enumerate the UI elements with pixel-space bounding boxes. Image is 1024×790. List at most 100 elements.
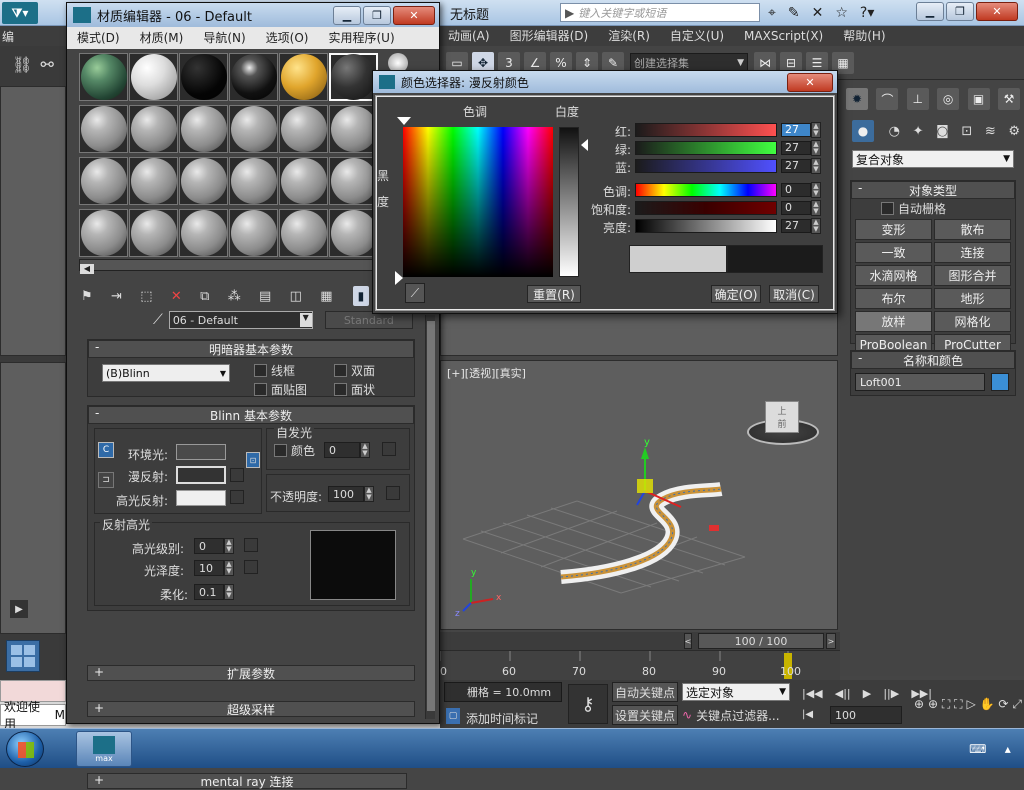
loft-button[interactable]: 放样 <box>855 311 932 332</box>
create-tab-icon[interactable]: ✹ <box>846 88 868 110</box>
red-slider[interactable] <box>635 123 777 137</box>
play-icon[interactable]: ▶ <box>863 687 871 700</box>
sample-slot[interactable] <box>79 209 128 257</box>
mat-menu-navigation[interactable]: 导航(N) <box>193 28 255 48</box>
extended-params-rollout[interactable]: + 扩展参数 <box>87 665 415 681</box>
tray-arrow-icon[interactable]: ▴ <box>1005 742 1011 756</box>
blinn-rollout-header[interactable]: - Blinn 基本参数 <box>88 406 414 424</box>
sample-slot[interactable] <box>329 105 378 153</box>
soften-spinner[interactable]: ▲ ▼ <box>224 584 234 600</box>
fov-icon[interactable]: ▷ <box>966 697 975 711</box>
menu-customize[interactable]: 自定义(U) <box>660 26 734 46</box>
search-input[interactable]: 键入关键字或短语 <box>578 5 666 21</box>
self-illum-spinner[interactable]: ▲ ▼ <box>360 442 370 458</box>
hue-value[interactable]: 0 <box>781 183 811 197</box>
eyedropper-icon[interactable]: ⟋ <box>153 312 163 328</box>
add-time-tag[interactable]: 添加时间标记 <box>466 710 538 727</box>
shapemerge-button[interactable]: 图形合并 <box>934 265 1011 286</box>
opacity-spinner[interactable]: ▲ ▼ <box>364 486 374 502</box>
sample-slot-4[interactable] <box>229 53 278 101</box>
value-spinner[interactable]: ▲ ▼ <box>811 218 821 234</box>
menu-graph-editors[interactable]: 图形编辑器(D) <box>500 26 599 46</box>
pan-icon[interactable]: ✋ <box>980 697 995 711</box>
slots-horizontal-scrollbar[interactable]: ◀ <box>79 259 375 274</box>
terrain-button[interactable]: 地形 <box>934 288 1011 309</box>
binoculars-icon[interactable]: ⌖ <box>768 5 776 21</box>
ok-button[interactable]: 确定(O) <box>711 285 761 303</box>
track-bar[interactable]: 0 60 70 80 90 100 <box>440 650 840 680</box>
blue-spinner[interactable]: ▲ ▼ <box>811 158 821 174</box>
mat-menu-utilities[interactable]: 实用程序(U) <box>318 28 404 48</box>
scrollbar-thumb[interactable] <box>427 321 435 711</box>
viewcube-top[interactable]: 上 <box>777 404 786 417</box>
show-end-result-icon[interactable]: ▮ <box>352 286 369 306</box>
menu-help[interactable]: 帮助(H) <box>833 26 895 46</box>
material-editor-scrollbar[interactable] <box>425 315 435 719</box>
viewport-layout-icon[interactable] <box>6 640 40 672</box>
shapes-icon[interactable]: ◔ <box>889 124 900 139</box>
hue-blackness-field[interactable] <box>403 127 553 277</box>
self-illum-value[interactable]: 0 <box>324 442 360 458</box>
sample-slot[interactable] <box>329 157 378 205</box>
next-frame-icon[interactable]: ||▶ <box>883 687 899 700</box>
sample-slot-6[interactable] <box>329 53 378 101</box>
viewport-perspective[interactable]: [+][透视][真实] y y x z 上 前 <box>440 360 838 630</box>
show-map-icon[interactable]: ▦ <box>320 289 332 304</box>
self-illum-color-checkbox[interactable] <box>274 444 287 457</box>
specular-map-button[interactable] <box>230 490 244 504</box>
blobmesh-button[interactable]: 水滴网格 <box>855 265 932 286</box>
material-name-dropdown[interactable]: 06 - Default ▼ <box>168 311 313 329</box>
cancel-button[interactable]: 取消(C) <box>769 285 819 303</box>
hue-pointer-icon[interactable] <box>397 117 411 125</box>
lights-icon[interactable]: ✦ <box>913 124 924 139</box>
ambient-color-swatch[interactable] <box>176 444 226 460</box>
search-arrow-icon[interactable]: ▶ <box>561 6 578 20</box>
whiteness-bar[interactable] <box>559 127 579 277</box>
maximize-viewport-icon[interactable]: ⤢ <box>1012 697 1022 712</box>
menu-animation[interactable]: 动画(A) <box>438 26 500 46</box>
put-to-scene-icon[interactable]: ⇥ <box>111 289 122 304</box>
link-icon[interactable]: ⛓ <box>12 55 32 74</box>
saturation-value[interactable]: 0 <box>781 201 811 215</box>
supersampling-rollout[interactable]: + 超级采样 <box>87 701 415 717</box>
two-sided-checkbox[interactable] <box>334 364 347 377</box>
time-slider[interactable]: < 100 / 100 > <box>440 632 840 650</box>
tools-x-icon[interactable]: ✕ <box>812 5 824 21</box>
space-warps-icon[interactable]: ≋ <box>985 124 996 139</box>
set-key-button[interactable]: 设置关键点 <box>612 705 678 725</box>
hue-slider[interactable] <box>635 183 777 197</box>
diffuse-color-swatch[interactable] <box>176 466 226 484</box>
helpers-icon[interactable]: ⊡ <box>961 124 972 139</box>
key-mode-dropdown[interactable]: 选定对象 ▼ <box>682 683 790 701</box>
value-slider[interactable] <box>635 219 777 233</box>
key-icon[interactable]: ⚷ <box>568 684 608 724</box>
help-icon[interactable]: ?▾ <box>860 5 874 21</box>
saturation-spinner[interactable]: ▲ ▼ <box>811 200 821 216</box>
opacity-value[interactable]: 100 <box>328 486 364 502</box>
spec-level-spinner[interactable]: ▲ ▼ <box>224 538 234 554</box>
hierarchy-tab-icon[interactable]: ⊥ <box>906 88 929 110</box>
color-picker-titlebar[interactable]: 颜色选择器: 漫反射颜色 ✕ <box>373 71 837 93</box>
sample-slot[interactable] <box>279 209 328 257</box>
zoom-extents-all-icon[interactable]: ⛶ <box>954 697 962 712</box>
category-dropdown[interactable]: 复合对象 ▼ <box>852 150 1014 168</box>
face-map-checkbox[interactable] <box>254 383 267 396</box>
red-value[interactable]: 27 <box>781 123 811 137</box>
lock-ambient-diffuse-icon[interactable]: C <box>98 442 114 458</box>
menu-edit-partial[interactable]: 编 <box>2 28 14 45</box>
mat-close-button[interactable]: ✕ <box>393 5 435 25</box>
lock-color-icon[interactable]: ⊡ <box>246 452 260 468</box>
red-spinner[interactable]: ▲ ▼ <box>811 122 821 138</box>
utilities-tab-icon[interactable]: ⚒ <box>997 88 1020 110</box>
cameras-icon[interactable]: ◙ <box>936 124 949 139</box>
sample-slot[interactable] <box>229 157 278 205</box>
blue-slider[interactable] <box>635 159 777 173</box>
blue-value[interactable]: 27 <box>781 159 811 173</box>
app-maximize-button[interactable]: ❐ <box>946 2 974 21</box>
app-close-button[interactable]: ✕ <box>976 2 1018 21</box>
wire-checkbox[interactable] <box>254 364 267 377</box>
lock-diffuse-specular-icon[interactable]: ⊐ <box>98 472 114 488</box>
glossiness-map-button[interactable] <box>244 560 258 574</box>
connect-button[interactable]: 连接 <box>934 242 1011 263</box>
put-to-library-icon[interactable]: ▤ <box>259 289 271 304</box>
